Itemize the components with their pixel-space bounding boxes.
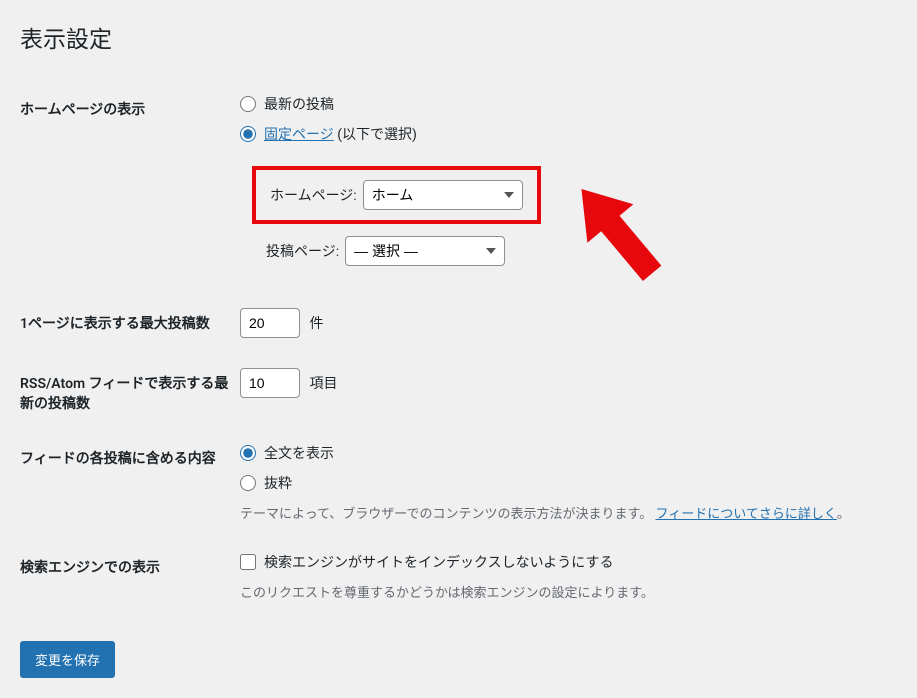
rss-items-label: RSS/Atom フィードで表示する最新の投稿数 — [20, 358, 240, 433]
posts-per-page-label: 1ページに表示する最大投稿数 — [20, 298, 240, 358]
search-engine-checkbox[interactable] — [240, 554, 256, 570]
posts-page-select-label: 投稿ページ: — [266, 241, 339, 261]
static-page-link[interactable]: 固定ページ — [264, 127, 334, 143]
radio-full-text-label[interactable]: 全文を表示 — [264, 443, 334, 463]
radio-full-text[interactable] — [240, 445, 256, 461]
search-engine-description: このリクエストを尊重するかどうかは検索エンジンの設定によります。 — [240, 582, 887, 601]
page-title: 表示設定 — [20, 20, 897, 54]
posts-per-page-input[interactable] — [240, 308, 300, 338]
feed-learn-more-link[interactable]: フィードについてさらに詳しく — [655, 507, 836, 522]
homepage-select-highlight: ホームページ: ホーム — [252, 166, 541, 224]
feed-description-prefix: テーマによって、ブラウザーでのコンテンツの表示方法が決まります。 — [240, 507, 652, 522]
rss-items-unit: 項目 — [309, 376, 337, 392]
radio-static-page[interactable] — [240, 126, 256, 142]
search-engine-label: 検索エンジンでの表示 — [20, 542, 240, 621]
search-engine-checkbox-label[interactable]: 検索エンジンがサイトをインデックスしないようにする — [264, 552, 613, 572]
homepage-select-label: ホームページ: — [270, 185, 357, 205]
save-button[interactable]: 変更を保存 — [20, 641, 115, 678]
homepage-display-label: ホームページの表示 — [20, 84, 240, 298]
static-page-suffix: (以下で選択) — [334, 127, 417, 143]
radio-excerpt[interactable] — [240, 475, 256, 491]
radio-latest-posts-label[interactable]: 最新の投稿 — [264, 94, 334, 114]
radio-latest-posts[interactable] — [240, 96, 256, 112]
posts-per-page-unit: 件 — [309, 316, 323, 332]
feed-description: テーマによって、ブラウザーでのコンテンツの表示方法が決まります。 フィードについ… — [240, 503, 887, 522]
radio-static-page-label[interactable]: 固定ページ (以下で選択) — [264, 124, 417, 144]
feed-description-suffix: 。 — [837, 507, 850, 522]
posts-page-select[interactable]: — 選択 — — [345, 236, 505, 266]
homepage-select[interactable]: ホーム — [363, 180, 523, 210]
radio-excerpt-label[interactable]: 抜粋 — [264, 473, 292, 493]
feed-content-label: フィードの各投稿に含める内容 — [20, 433, 240, 542]
rss-items-input[interactable] — [240, 368, 300, 398]
